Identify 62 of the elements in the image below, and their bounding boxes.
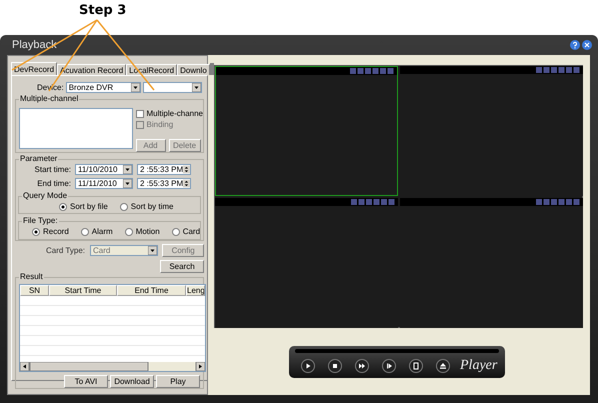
radio-label: Sort by file	[70, 202, 108, 211]
group-title: Parameter	[19, 154, 58, 164]
column-header[interactable]: Start Time	[49, 285, 117, 296]
date-picker[interactable]: 11/10/2010	[75, 164, 133, 175]
spin-arrows-icon[interactable]	[183, 165, 190, 174]
spin-arrows-icon[interactable]	[183, 179, 190, 188]
column-header[interactable]: SN	[20, 285, 49, 296]
checkbox-label: Binding	[146, 120, 174, 129]
time-field[interactable]: 2 :55:33 PM	[137, 178, 191, 189]
radio-label: Record	[43, 227, 69, 236]
dropdown-arrow-icon[interactable]	[123, 179, 132, 188]
tab[interactable]: Downlo	[177, 64, 210, 75]
radio-label: Alarm	[92, 227, 113, 236]
tab[interactable]: DevRecord	[11, 62, 58, 75]
field-label: Card Type:	[46, 246, 85, 255]
eject-icon[interactable]	[436, 359, 450, 373]
radio-label: Card	[182, 227, 200, 236]
radio-label: Motion	[136, 227, 160, 236]
radio-button[interactable]	[124, 228, 133, 236]
group-title: Multiple-channel	[19, 94, 80, 104]
pane-toolbar-drawing[interactable]	[536, 199, 580, 205]
step-forward-icon[interactable]	[382, 359, 396, 373]
dropdown-arrow-icon[interactable]	[130, 83, 140, 92]
time-field[interactable]: 2 :55:33 PM	[137, 164, 191, 175]
group-title: Query Mode	[22, 191, 68, 201]
radio-button[interactable]	[59, 202, 67, 210]
dropdown-arrow-icon[interactable]	[192, 83, 201, 92]
video-pane[interactable]	[215, 66, 398, 196]
result-button[interactable]: Play	[156, 375, 200, 388]
player-logo: Player	[460, 358, 498, 374]
dropdown-arrow-icon[interactable]	[123, 165, 132, 174]
radio-button[interactable]	[80, 228, 89, 236]
group-title: Result	[19, 272, 44, 282]
date-picker[interactable]: 11/11/2010	[75, 178, 133, 189]
radio-button[interactable]	[32, 228, 40, 236]
pane-toolbar-drawing[interactable]	[351, 199, 395, 205]
help-icon[interactable]	[570, 40, 580, 50]
result-button[interactable]: To AVI	[64, 375, 108, 388]
pane-toolbar-drawing[interactable]	[350, 68, 394, 74]
checkbox[interactable]	[136, 110, 144, 118]
play-icon[interactable]	[301, 359, 315, 373]
field-label: End time:	[36, 179, 71, 188]
radio-button[interactable]	[120, 202, 128, 210]
stop-icon[interactable]	[328, 359, 342, 373]
checkbox-label: Multiple-channe	[146, 109, 203, 118]
result-button[interactable]: Download	[110, 375, 154, 388]
close-icon[interactable]	[582, 40, 592, 50]
fast-forward-icon[interactable]	[355, 359, 369, 373]
annotation-label: Step 3	[79, 3, 126, 18]
field-label: Start time:	[34, 165, 71, 174]
horizontal-scrollbar[interactable]	[20, 362, 205, 371]
column-header[interactable]: End Time	[117, 285, 186, 296]
column-header[interactable]: Leng	[186, 285, 205, 296]
device-dropdown[interactable]: Bronze DVR	[66, 82, 141, 93]
group-title: File Type:	[22, 216, 59, 226]
capture-icon[interactable]	[409, 359, 423, 373]
progress-track[interactable]	[295, 349, 499, 353]
search-button[interactable]: Search	[160, 260, 204, 273]
pane-toolbar-drawing[interactable]	[536, 67, 580, 73]
radio-button[interactable]	[172, 228, 180, 236]
channel-list[interactable]	[19, 108, 133, 149]
radio-label: Sort by time	[130, 202, 174, 211]
